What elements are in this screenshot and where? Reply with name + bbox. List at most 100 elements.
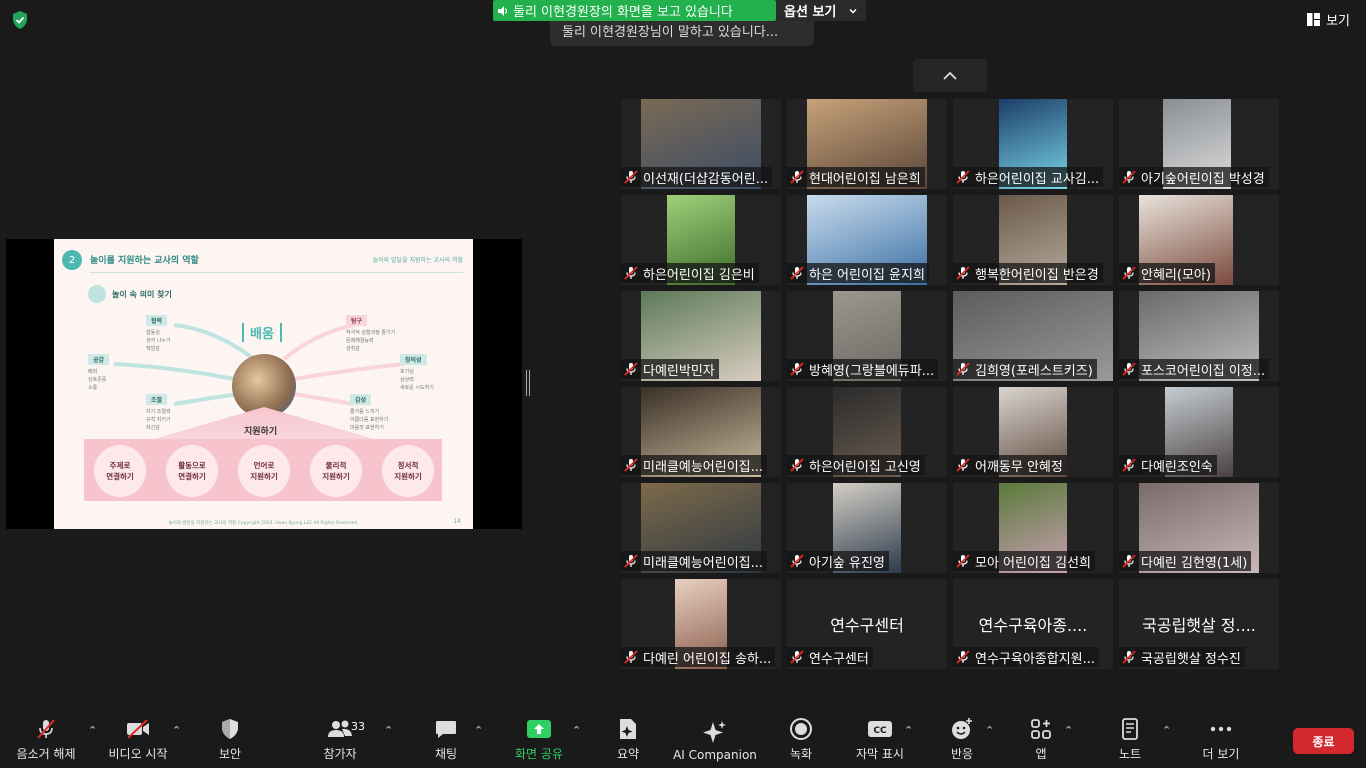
participant-tile[interactable]: 다예린 김현영(1세): [1119, 483, 1279, 573]
participant-name-bar: 다예린조인숙: [1119, 455, 1217, 475]
end-meeting-button[interactable]: 종료: [1293, 728, 1354, 754]
support-circle-4: 물리적 지원하기: [310, 445, 362, 497]
node-empathy: 공감 배려 상호존중 소통: [88, 354, 110, 392]
chat-options-caret[interactable]: ⌃: [474, 724, 483, 737]
participant-tile[interactable]: 하은 어린이집 윤지희: [787, 195, 947, 285]
more-label: 더 보기: [1202, 747, 1240, 761]
participant-tile[interactable]: 하은어린이집 김은비: [621, 195, 781, 285]
svg-text:CC: CC: [873, 726, 887, 736]
start-video-button[interactable]: 비디오 시작: [104, 716, 172, 768]
participant-display-name: 국공립햇살 정....: [1142, 616, 1256, 635]
participant-tile[interactable]: 김희영(포레스트키즈): [953, 291, 1113, 381]
screen-share-banner: 둘리 이현경원장의 화면을 보고 있습니다: [493, 0, 776, 21]
unmute-label: 음소거 해제: [16, 747, 76, 761]
node-regulation: 조절 자기 조절력 규칙 지키기 자신감: [146, 394, 171, 432]
participants-icon: [328, 720, 352, 737]
view-button[interactable]: 보기: [1301, 8, 1356, 30]
participant-name-bar: 다예린 김현영(1세): [1119, 551, 1252, 571]
encryption-shield-icon[interactable]: [10, 10, 30, 30]
participant-name: 포스코어린이집 이정...: [1141, 363, 1266, 379]
participant-tile[interactable]: 연수구육아종.... 연수구육아종합지원...: [953, 579, 1113, 669]
video-off-icon: [127, 719, 149, 739]
mic-muted-icon: [624, 266, 638, 280]
reactions-label: 반응: [950, 747, 974, 761]
summary-label: 요약: [616, 747, 640, 761]
captions-button[interactable]: CC 자막 표시: [852, 716, 908, 768]
participant-tile[interactable]: 하은어린이집 교사김...: [953, 99, 1113, 189]
smiley-icon: [952, 718, 972, 739]
mic-muted-icon: [1122, 170, 1136, 184]
participant-name-bar: 하은어린이집 고신영: [787, 455, 925, 475]
notes-button[interactable]: 노트: [1112, 716, 1148, 768]
mic-muted-icon: [956, 170, 970, 184]
participant-name-bar: 어깨동무 안혜정: [953, 455, 1067, 475]
participant-name-bar: 하은 어린이집 윤지희: [787, 263, 929, 283]
participant-tile[interactable]: 미래클예능어린이집...: [621, 483, 781, 573]
participant-name-bar: 미래클예능어린이집...: [621, 551, 768, 571]
share-options-caret[interactable]: ⌃: [572, 724, 581, 737]
mic-muted-icon: [624, 170, 638, 184]
participant-name: 다예린조인숙: [1141, 459, 1213, 475]
scroll-up-button[interactable]: [913, 59, 987, 92]
mic-muted-icon: [956, 554, 970, 568]
participant-name-bar: 현대어린이집 남은희: [787, 167, 925, 187]
reactions-options-caret[interactable]: ⌃: [985, 724, 994, 737]
participant-name: 하은어린이집 교사김...: [975, 171, 1100, 187]
chat-button[interactable]: 채팅: [424, 716, 468, 768]
apps-options-caret[interactable]: ⌃: [1064, 724, 1073, 737]
video-options-caret[interactable]: ⌃: [172, 724, 181, 737]
participant-tile[interactable]: 아기숲어린이집 박성경: [1119, 99, 1279, 189]
notes-options-caret[interactable]: ⌃: [1162, 724, 1171, 737]
participant-tile[interactable]: 안혜리(모아): [1119, 195, 1279, 285]
participant-name-bar: 안혜리(모아): [1119, 263, 1215, 283]
mic-muted-icon: [1122, 554, 1136, 568]
more-button[interactable]: 더 보기: [1198, 716, 1244, 768]
mic-muted-icon: [956, 362, 970, 376]
mic-muted-icon: [1122, 650, 1136, 664]
participant-tile[interactable]: 행복한어린이집 반은경: [953, 195, 1113, 285]
participant-tile[interactable]: 국공립햇살 정.... 국공립햇살 정수진: [1119, 579, 1279, 669]
participant-tile[interactable]: 하은어린이집 고신영: [787, 387, 947, 477]
participant-name: 미래클예능어린이집...: [643, 555, 764, 571]
node-cooperation: 협력 협동심 생각 나누기 책임감: [146, 315, 171, 353]
participant-tile[interactable]: 포스코어린이집 이정...: [1119, 291, 1279, 381]
share-screen-button[interactable]: 화면 공유: [506, 716, 572, 768]
participant-name: 하은 어린이집 윤지희: [809, 267, 925, 283]
speaker-icon: [498, 5, 508, 16]
participant-tile[interactable]: 다예린박민자: [621, 291, 781, 381]
participant-name: 하은어린이집 김은비: [643, 267, 755, 283]
participant-tile[interactable]: 현대어린이집 남은희: [787, 99, 947, 189]
participant-tile[interactable]: 이선재(더샵감동어린...: [621, 99, 781, 189]
splitter-handle[interactable]: [526, 370, 530, 396]
view-options-button[interactable]: 옵션 보기: [776, 0, 866, 21]
participants-options-caret[interactable]: ⌃: [384, 724, 393, 737]
apps-button[interactable]: 앱: [1026, 716, 1056, 768]
participant-tile[interactable]: 미래클예능어린이집...: [621, 387, 781, 477]
security-label: 보안: [218, 747, 242, 761]
captions-options-caret[interactable]: ⌃: [904, 724, 913, 737]
audio-options-caret[interactable]: ⌃: [88, 724, 97, 737]
participant-tile[interactable]: 연수구센터 연수구센터: [787, 579, 947, 669]
security-button[interactable]: 보안: [208, 716, 252, 768]
record-button[interactable]: 녹화: [782, 716, 820, 768]
mic-muted-icon: [624, 362, 638, 376]
participant-tile[interactable]: 모아 어린이집 김선희: [953, 483, 1113, 573]
reactions-button[interactable]: 반응: [944, 716, 980, 768]
participant-tile[interactable]: 다예린조인숙: [1119, 387, 1279, 477]
participant-display-name: 연수구육아종....: [978, 616, 1088, 635]
participant-tile[interactable]: 어깨동무 안혜정: [953, 387, 1113, 477]
summary-button[interactable]: 요약: [608, 716, 648, 768]
participant-tile[interactable]: 아기숲 유진영: [787, 483, 947, 573]
cc-icon: CC: [868, 721, 892, 737]
participant-tile[interactable]: 다예린 어린이집 송하...: [621, 579, 781, 669]
unmute-button[interactable]: 음소거 해제: [12, 716, 80, 768]
mic-muted-icon: [1122, 266, 1136, 280]
captions-label: 자막 표시: [856, 747, 904, 761]
participant-tile[interactable]: 방혜영(그랑블에듀파...: [787, 291, 947, 381]
mic-muted-icon: [1122, 458, 1136, 472]
chat-label: 채팅: [434, 747, 458, 761]
participant-name-bar: 모아 어린이집 김선희: [953, 551, 1095, 571]
support-circle-3: 언어로 지원하기: [238, 445, 290, 497]
ai-companion-button[interactable]: AI Companion: [672, 716, 758, 768]
participant-name: 하은어린이집 고신영: [809, 459, 921, 475]
